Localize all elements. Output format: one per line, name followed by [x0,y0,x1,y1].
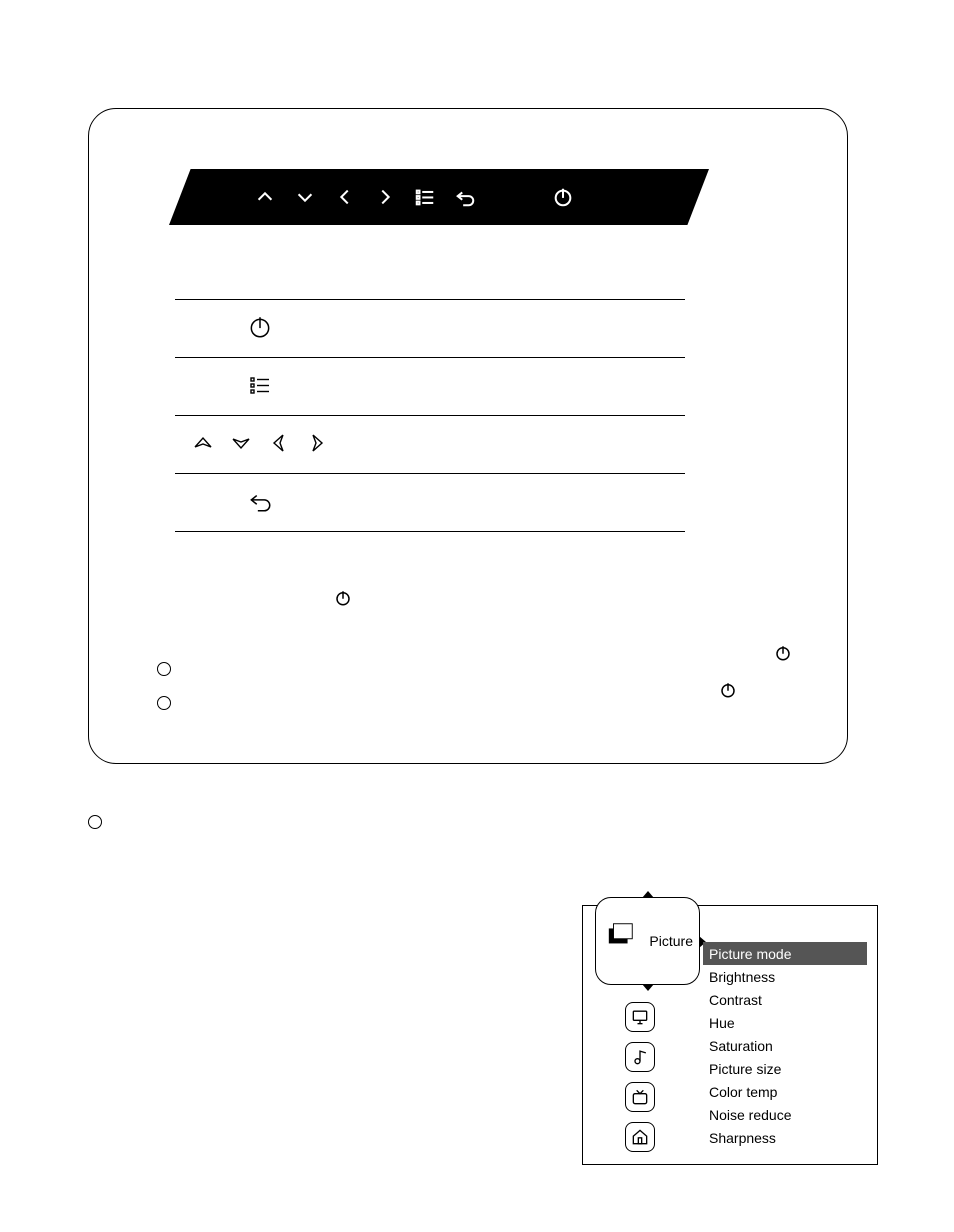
right-icon[interactable] [374,186,396,208]
osd-item[interactable]: Sharpness [703,1126,867,1149]
menu-icon [248,373,272,400]
power-icon[interactable] [552,186,574,208]
menu-icon[interactable] [414,186,436,208]
right-icon [305,431,329,458]
up-icon [191,431,215,458]
osd-item[interactable]: Hue [703,1011,867,1034]
note-item [157,652,183,686]
control-bar [169,169,709,225]
row-back [175,474,685,532]
pc-icon[interactable] [625,1002,655,1032]
picture-icon [604,920,638,953]
row-navigation [175,416,685,474]
row-menu [175,358,685,416]
home-icon[interactable] [625,1122,655,1152]
power-icon [334,589,352,610]
left-icon[interactable] [334,186,356,208]
tv-icon[interactable] [625,1082,655,1112]
button-description-table [175,299,685,532]
back-icon [247,488,273,517]
osd-item[interactable]: Contrast [703,988,867,1011]
power-icon [719,681,737,702]
osd-category-label: Picture [649,933,693,949]
osd-item[interactable]: Brightness [703,965,867,988]
power-icon [774,644,792,665]
osd-item[interactable]: Noise reduce [703,1103,867,1126]
tv-panel-diagram [88,108,848,764]
osd-category-tab[interactable]: Picture [595,897,700,985]
osd-item[interactable]: Picture mode [703,942,867,965]
chevron-down-icon [642,984,654,991]
osd-category-icons [625,1002,655,1152]
power-icon [247,314,273,343]
osd-item[interactable]: Color temp [703,1080,867,1103]
osd-item[interactable]: Picture size [703,1057,867,1080]
note-list [117,652,183,720]
down-icon [229,431,253,458]
control-bar-icons [169,169,709,225]
note-item [157,686,183,720]
up-icon[interactable] [254,186,276,208]
osd-preview: Picture Picture mode Brightness Contrast… [582,905,878,1165]
back-icon[interactable] [454,186,476,208]
row-power [175,300,685,358]
down-icon[interactable] [294,186,316,208]
osd-item-list: Picture mode Brightness Contrast Hue Sat… [703,942,867,1149]
chevron-up-icon [642,891,654,898]
left-icon [267,431,291,458]
music-icon[interactable] [625,1042,655,1072]
osd-item[interactable]: Saturation [703,1034,867,1057]
bullet-marker [88,815,102,829]
